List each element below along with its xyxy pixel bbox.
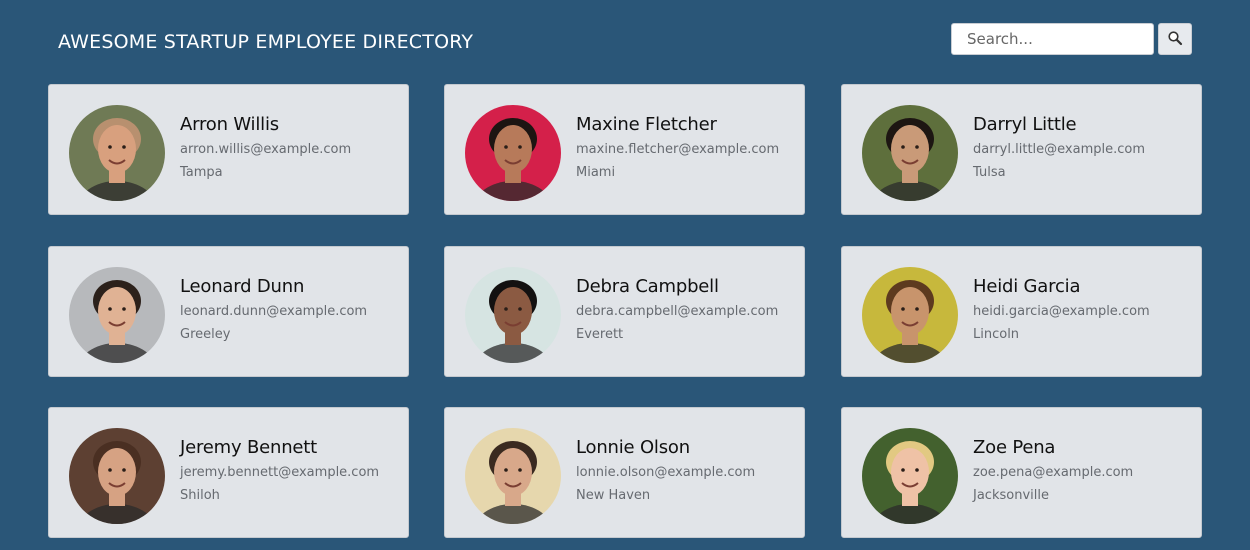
employee-email: darryl.little@example.com xyxy=(973,142,1145,157)
search-input[interactable] xyxy=(951,23,1154,55)
employee-card[interactable]: Zoe Pena zoe.pena@example.com Jacksonville xyxy=(841,407,1202,538)
magnifier-icon xyxy=(1167,30,1183,49)
employee-city: Tampa xyxy=(180,165,223,180)
avatar xyxy=(862,105,958,201)
avatar-face xyxy=(494,287,532,335)
employee-info: Jeremy Bennett jeremy.bennett@example.com… xyxy=(180,436,402,505)
employee-card[interactable]: Darryl Little darryl.little@example.com Tu… xyxy=(841,84,1202,215)
employee-info: Maxine Fletcher maxine.fletcher@example.c… xyxy=(576,113,798,182)
employee-info: Arron Willis arron.willis@example.com Tamp… xyxy=(180,113,402,182)
avatar xyxy=(69,267,165,363)
employee-email: heidi.garcia@example.com xyxy=(973,304,1150,319)
employee-email: jeremy.bennett@example.com xyxy=(180,465,380,480)
avatar xyxy=(69,428,165,524)
employee-name: Darryl Little xyxy=(973,114,1077,135)
avatar xyxy=(862,428,958,524)
avatar xyxy=(862,267,958,363)
search-button[interactable] xyxy=(1158,23,1192,55)
employee-email: debra.campbell@example.com xyxy=(576,304,779,319)
employee-email: maxine.fletcher@example.com xyxy=(576,142,780,157)
avatar-face xyxy=(891,125,929,173)
employee-city: New Haven xyxy=(576,488,651,503)
employee-info: Zoe Pena zoe.pena@example.com Jacksonville xyxy=(973,436,1195,505)
avatar-face xyxy=(891,287,929,335)
employee-card[interactable]: Heidi Garcia heidi.garcia@example.com Linc… xyxy=(841,246,1202,377)
employee-info: Lonnie Olson lonnie.olson@example.com New … xyxy=(576,436,798,505)
employee-info: Debra Campbell debra.campbell@example.com… xyxy=(576,275,798,344)
employee-city: Tulsa xyxy=(973,165,1006,180)
avatar xyxy=(465,267,561,363)
employee-info: Darryl Little darryl.little@example.com Tu… xyxy=(973,113,1195,182)
employee-card[interactable]: Maxine Fletcher maxine.fletcher@example.c… xyxy=(444,84,805,215)
employee-city: Everett xyxy=(576,327,624,342)
page-title: AWESOME STARTUP EMPLOYEE DIRECTORY xyxy=(58,31,474,53)
employee-info: Leonard Dunn leonard.dunn@example.com Gree… xyxy=(180,275,402,344)
avatar xyxy=(69,105,165,201)
employee-city: Jacksonville xyxy=(973,488,1049,503)
page-header: AWESOME STARTUP EMPLOYEE DIRECTORY xyxy=(0,0,1250,84)
employee-name: Jeremy Bennett xyxy=(180,437,317,458)
avatar-face xyxy=(494,125,532,173)
employee-name: Debra Campbell xyxy=(576,276,719,297)
employee-name: Heidi Garcia xyxy=(973,276,1081,297)
avatar xyxy=(465,105,561,201)
employee-city: Lincoln xyxy=(973,327,1020,342)
employee-card[interactable]: Arron Willis arron.willis@example.com Tamp… xyxy=(48,84,409,215)
employee-city: Shiloh xyxy=(180,488,220,503)
employee-name: Leonard Dunn xyxy=(180,276,305,297)
employee-card[interactable]: Lonnie Olson lonnie.olson@example.com New … xyxy=(444,407,805,538)
avatar xyxy=(465,428,561,524)
employee-email: lonnie.olson@example.com xyxy=(576,465,756,480)
avatar-face xyxy=(494,448,532,496)
employee-name: Zoe Pena xyxy=(973,437,1056,458)
employee-email: leonard.dunn@example.com xyxy=(180,304,368,319)
employee-city: Miami xyxy=(576,165,616,180)
employee-name: Arron Willis xyxy=(180,114,279,135)
avatar-face xyxy=(891,448,929,496)
employee-card[interactable]: Jeremy Bennett jeremy.bennett@example.com… xyxy=(48,407,409,538)
avatar-face xyxy=(98,287,136,335)
employee-info: Heidi Garcia heidi.garcia@example.com Linc… xyxy=(973,275,1195,344)
employee-name: Lonnie Olson xyxy=(576,437,690,458)
employee-email: arron.willis@example.com xyxy=(180,142,352,157)
avatar-face xyxy=(98,448,136,496)
employee-city: Greeley xyxy=(180,327,231,342)
employee-name: Maxine Fletcher xyxy=(576,114,717,135)
employee-card[interactable]: Debra Campbell debra.campbell@example.com… xyxy=(444,246,805,377)
employee-card[interactable]: Leonard Dunn leonard.dunn@example.com Gree… xyxy=(48,246,409,377)
search-form xyxy=(951,23,1192,55)
employee-email: zoe.pena@example.com xyxy=(973,465,1134,480)
avatar-face xyxy=(98,125,136,173)
